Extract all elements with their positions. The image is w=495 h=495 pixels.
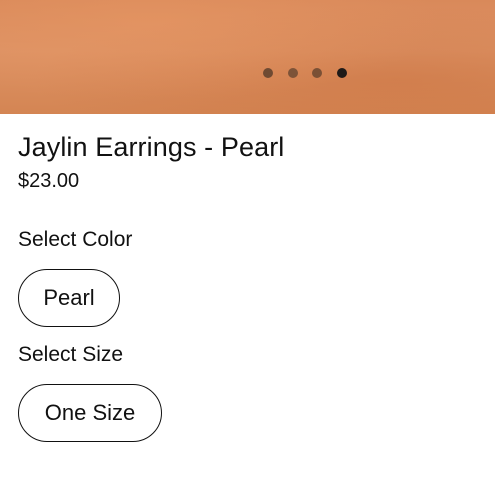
product-title: Jaylin Earrings - Pearl bbox=[18, 132, 285, 162]
select-size-label: Select Size bbox=[18, 343, 124, 366]
carousel-dot-3[interactable] bbox=[312, 68, 322, 78]
carousel-dot-2[interactable] bbox=[287, 68, 298, 78]
color-option-button[interactable]: Pearl bbox=[18, 269, 120, 327]
carousel-dots bbox=[263, 68, 347, 78]
select-color-label: Select Color bbox=[18, 228, 133, 251]
carousel-dot-1[interactable] bbox=[263, 68, 273, 78]
size-option-button[interactable]: One Size bbox=[18, 384, 162, 442]
product-page: Jaylin Earrings - Pearl $23.00 Select Co… bbox=[0, 0, 495, 495]
product-price: $23.00 bbox=[18, 170, 80, 192]
product-image[interactable] bbox=[0, 0, 495, 114]
carousel-dot-4[interactable] bbox=[336, 68, 347, 78]
